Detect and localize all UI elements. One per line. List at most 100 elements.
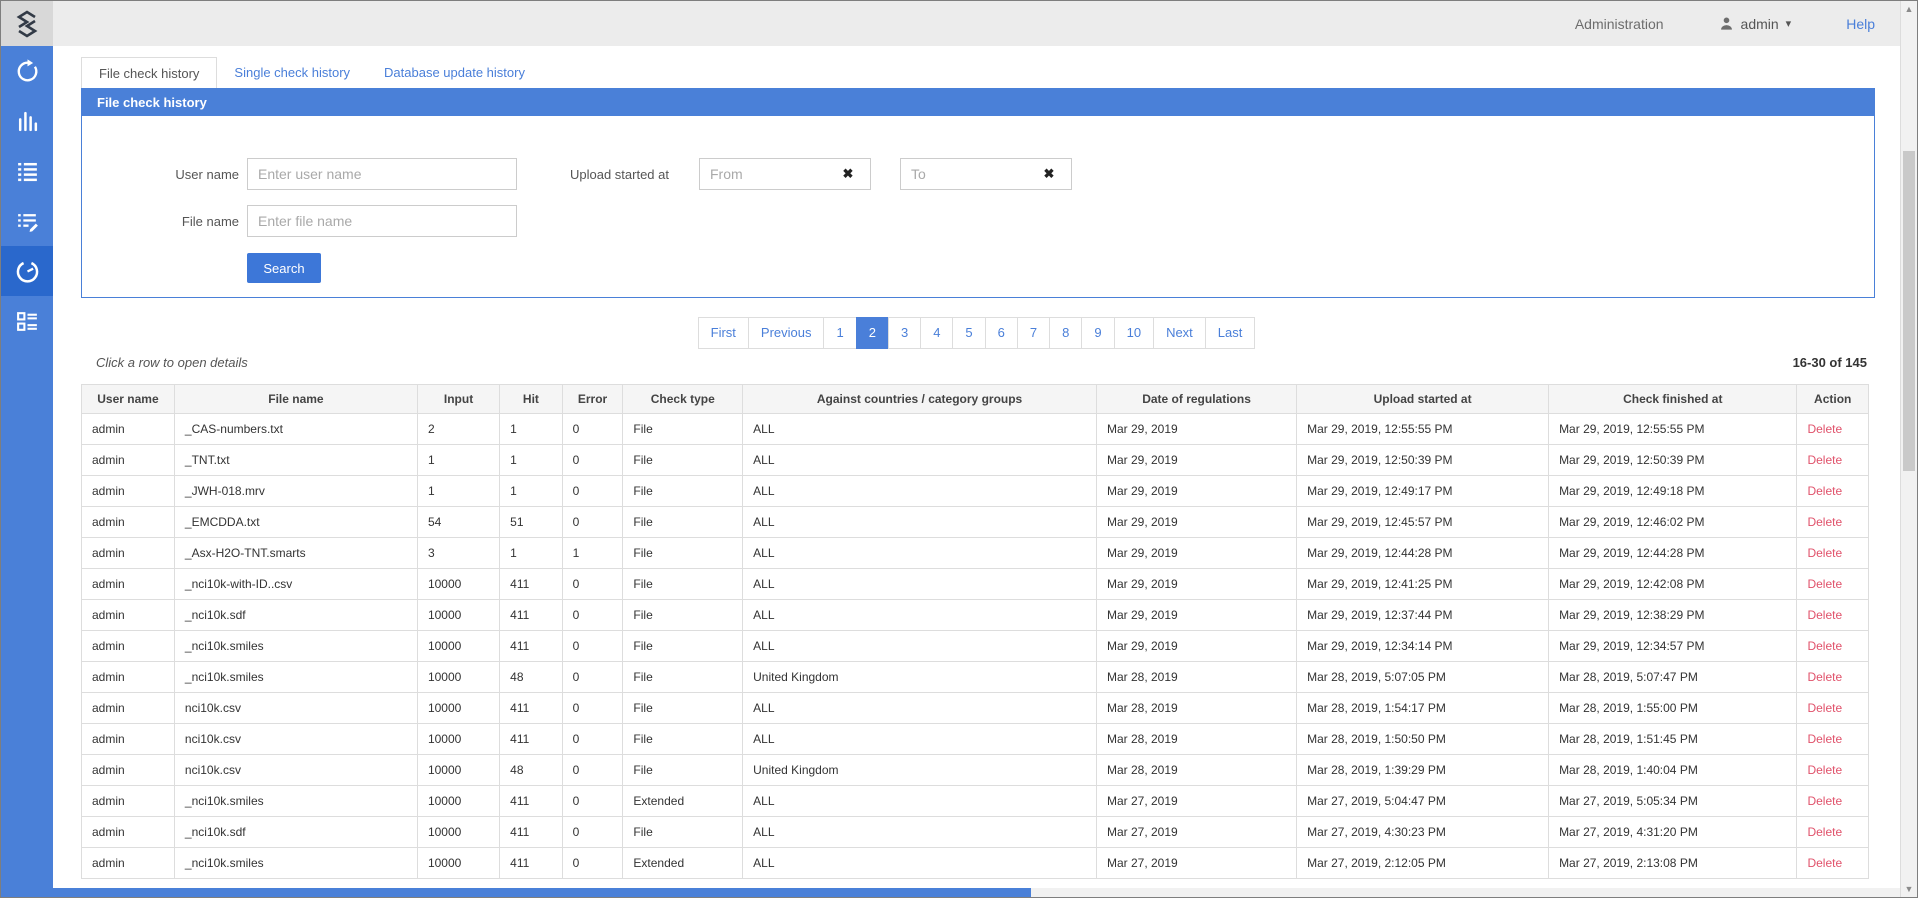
table-cell: Mar 28, 2019: [1096, 662, 1296, 693]
sidebar-item-reports[interactable]: [1, 296, 53, 346]
table-cell: admin: [82, 693, 175, 724]
action-cell: Delete: [1797, 476, 1869, 507]
page-8[interactable]: 8: [1049, 317, 1082, 349]
app-logo[interactable]: [1, 1, 53, 46]
delete-link[interactable]: Delete: [1807, 484, 1842, 498]
table-cell: 0: [562, 724, 623, 755]
page-previous[interactable]: Previous: [748, 317, 825, 349]
action-cell: Delete: [1797, 569, 1869, 600]
table-cell: 10000: [417, 662, 499, 693]
page-first[interactable]: First: [698, 317, 749, 349]
sidebar: [1, 46, 53, 897]
table-cell: 10000: [417, 724, 499, 755]
table-row[interactable]: admin_nci10k.smiles100004110ExtendedALLM…: [82, 848, 1869, 879]
page-7[interactable]: 7: [1017, 317, 1050, 349]
user-menu[interactable]: admin ▾: [1719, 16, 1792, 32]
sidebar-item-history[interactable]: [1, 246, 53, 296]
help-link[interactable]: Help: [1846, 16, 1875, 32]
delete-link[interactable]: Delete: [1807, 701, 1842, 715]
table-row[interactable]: admin_TNT.txt110FileALLMar 29, 2019Mar 2…: [82, 445, 1869, 476]
table-cell: Mar 29, 2019, 12:44:28 PM: [1297, 538, 1549, 569]
table-row[interactable]: adminnci10k.csv100004110FileALLMar 28, 2…: [82, 724, 1869, 755]
table-row[interactable]: admin_nci10k.smiles10000480FileUnited Ki…: [82, 662, 1869, 693]
delete-link[interactable]: Delete: [1807, 670, 1842, 684]
table-cell: ALL: [743, 693, 1097, 724]
table-cell: File: [623, 724, 743, 755]
table-cell: 10000: [417, 693, 499, 724]
sidebar-item-refresh[interactable]: [1, 46, 53, 96]
page-10[interactable]: 10: [1114, 317, 1154, 349]
horizontal-scrollbar-thumb[interactable]: [53, 888, 1031, 897]
file-name-input[interactable]: [247, 205, 517, 237]
table-cell: Mar 29, 2019, 12:38:29 PM: [1549, 600, 1797, 631]
page-9[interactable]: 9: [1081, 317, 1114, 349]
tab-bar: File check history Single check history …: [81, 57, 542, 88]
sidebar-item-list-edit[interactable]: [1, 196, 53, 246]
sidebar-item-statistics[interactable]: [1, 96, 53, 146]
filter-panel: File check history User name File name U…: [81, 88, 1875, 298]
table-cell: admin: [82, 755, 175, 786]
column-header: File name: [174, 385, 417, 414]
delete-link[interactable]: Delete: [1807, 763, 1842, 777]
page-2[interactable]: 2: [856, 317, 889, 349]
tab-database-update-history[interactable]: Database update history: [367, 57, 542, 88]
table-cell: 1: [417, 476, 499, 507]
horizontal-scrollbar[interactable]: [53, 888, 1900, 897]
page-5[interactable]: 5: [952, 317, 985, 349]
table-cell: 411: [500, 693, 563, 724]
delete-link[interactable]: Delete: [1807, 856, 1842, 870]
tab-file-check-history[interactable]: File check history: [81, 57, 217, 88]
delete-link[interactable]: Delete: [1807, 794, 1842, 808]
delete-link[interactable]: Delete: [1807, 732, 1842, 746]
delete-link[interactable]: Delete: [1807, 546, 1842, 560]
table-cell: Mar 29, 2019, 12:44:28 PM: [1549, 538, 1797, 569]
table-row[interactable]: admin_nci10k.sdf100004110FileALLMar 27, …: [82, 817, 1869, 848]
page-last[interactable]: Last: [1205, 317, 1256, 349]
table-cell: admin: [82, 724, 175, 755]
delete-link[interactable]: Delete: [1807, 577, 1842, 591]
table-row[interactable]: admin_nci10k.smiles100004110ExtendedALLM…: [82, 786, 1869, 817]
clear-from-icon[interactable]: ✖: [840, 166, 856, 182]
user-name-input[interactable]: [247, 158, 517, 190]
page-4[interactable]: 4: [920, 317, 953, 349]
table-cell: Mar 27, 2019, 5:04:47 PM: [1297, 786, 1549, 817]
delete-link[interactable]: Delete: [1807, 608, 1842, 622]
table-cell: nci10k.csv: [174, 755, 417, 786]
table-row[interactable]: adminnci10k.csv10000480FileUnited Kingdo…: [82, 755, 1869, 786]
clear-to-icon[interactable]: ✖: [1041, 166, 1057, 182]
table-cell: Mar 29, 2019, 12:42:08 PM: [1549, 569, 1797, 600]
scroll-down-icon[interactable]: ▼: [1901, 884, 1917, 894]
vertical-scrollbar[interactable]: ▲ ▼: [1900, 1, 1917, 897]
page-3[interactable]: 3: [888, 317, 921, 349]
table-row[interactable]: admin_JWH-018.mrv110FileALLMar 29, 2019M…: [82, 476, 1869, 507]
vertical-scrollbar-thumb[interactable]: [1903, 151, 1915, 471]
table-row[interactable]: admin_CAS-numbers.txt210FileALLMar 29, 2…: [82, 414, 1869, 445]
table-row[interactable]: admin_EMCDDA.txt54510FileALLMar 29, 2019…: [82, 507, 1869, 538]
table-cell: 2: [417, 414, 499, 445]
table-row[interactable]: admin_nci10k-with-ID..csv100004110FileAL…: [82, 569, 1869, 600]
delete-link[interactable]: Delete: [1807, 825, 1842, 839]
table-row[interactable]: admin_nci10k.smiles100004110FileALLMar 2…: [82, 631, 1869, 662]
table-cell: Mar 29, 2019: [1096, 569, 1296, 600]
delete-link[interactable]: Delete: [1807, 515, 1842, 529]
table-cell: _nci10k.smiles: [174, 631, 417, 662]
delete-link[interactable]: Delete: [1807, 453, 1842, 467]
tab-single-check-history[interactable]: Single check history: [217, 57, 367, 88]
table-row[interactable]: admin_nci10k.sdf100004110FileALLMar 29, …: [82, 600, 1869, 631]
report-icon: [15, 309, 40, 334]
page-6[interactable]: 6: [985, 317, 1018, 349]
table-row[interactable]: admin_Asx-H2O-TNT.smarts311FileALLMar 29…: [82, 538, 1869, 569]
page-next[interactable]: Next: [1153, 317, 1206, 349]
table-cell: File: [623, 445, 743, 476]
delete-link[interactable]: Delete: [1807, 422, 1842, 436]
table-body: admin_CAS-numbers.txt210FileALLMar 29, 2…: [82, 414, 1869, 879]
action-cell: Delete: [1797, 724, 1869, 755]
page-1[interactable]: 1: [823, 317, 856, 349]
scroll-up-icon[interactable]: ▲: [1901, 4, 1917, 14]
search-button[interactable]: Search: [247, 253, 321, 283]
table-cell: Mar 29, 2019, 12:55:55 PM: [1297, 414, 1549, 445]
delete-link[interactable]: Delete: [1807, 639, 1842, 653]
table-cell: Mar 28, 2019, 1:51:45 PM: [1549, 724, 1797, 755]
sidebar-item-list[interactable]: [1, 146, 53, 196]
table-row[interactable]: adminnci10k.csv100004110FileALLMar 28, 2…: [82, 693, 1869, 724]
